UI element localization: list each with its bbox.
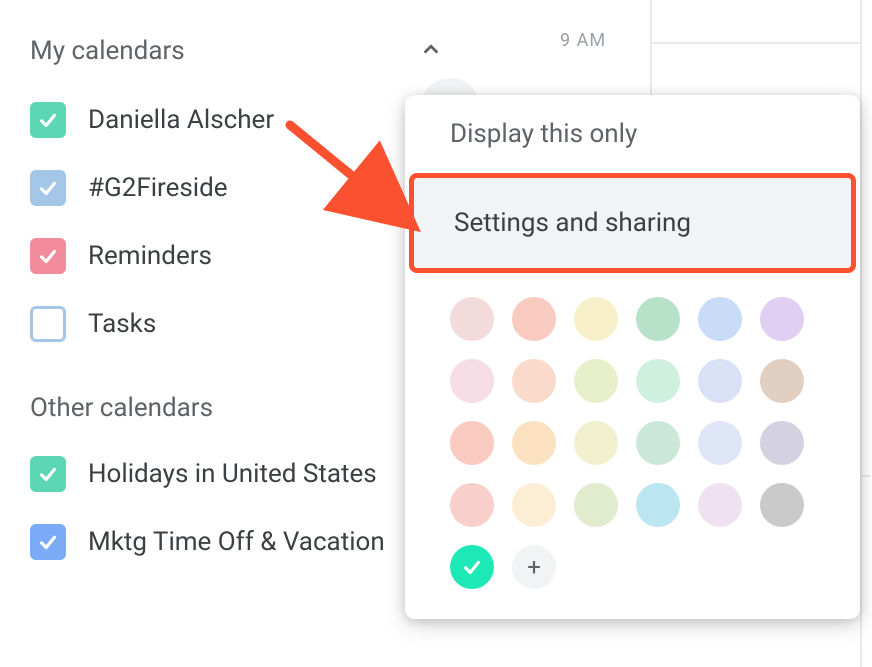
color-swatch[interactable] bbox=[450, 483, 494, 527]
grid-line bbox=[860, 0, 862, 667]
my-calendars-header: My calendars bbox=[30, 30, 450, 72]
calendar-label: Daniella Alscher bbox=[88, 105, 274, 135]
color-picker-grid: + bbox=[405, 273, 860, 589]
color-swatch[interactable] bbox=[574, 297, 618, 341]
color-swatch[interactable] bbox=[450, 359, 494, 403]
add-custom-color-button[interactable]: + bbox=[512, 545, 556, 589]
grid-line bbox=[650, 0, 652, 95]
color-swatch[interactable] bbox=[698, 359, 742, 403]
chevron-up-icon[interactable] bbox=[412, 30, 450, 72]
calendar-label: Tasks bbox=[88, 309, 156, 339]
other-calendars-header: Other calendars + bbox=[30, 390, 450, 426]
color-swatch[interactable] bbox=[636, 359, 680, 403]
menu-item-settings-sharing[interactable]: Settings and sharing bbox=[409, 173, 856, 273]
color-swatch[interactable] bbox=[636, 297, 680, 341]
calendar-label: #G2Fireside bbox=[88, 173, 228, 203]
grid-line bbox=[650, 42, 860, 44]
calendar-item-mktg[interactable]: Mktg Time Off & Vacation bbox=[30, 524, 450, 560]
color-swatch[interactable] bbox=[512, 359, 556, 403]
color-swatch[interactable] bbox=[574, 483, 618, 527]
other-calendars-title: Other calendars bbox=[30, 393, 213, 423]
menu-item-display-only[interactable]: Display this only bbox=[405, 95, 860, 173]
color-swatch[interactable] bbox=[698, 421, 742, 465]
color-swatch-selected[interactable] bbox=[450, 545, 494, 589]
calendar-item-tasks[interactable]: Tasks bbox=[30, 306, 450, 342]
checkbox-icon[interactable] bbox=[30, 170, 66, 206]
checkbox-icon[interactable] bbox=[30, 456, 66, 492]
checkbox-icon[interactable] bbox=[30, 306, 66, 342]
color-swatch[interactable] bbox=[698, 297, 742, 341]
calendar-label: Mktg Time Off & Vacation bbox=[88, 527, 385, 557]
color-swatch[interactable] bbox=[698, 483, 742, 527]
checkbox-icon[interactable] bbox=[30, 102, 66, 138]
color-swatch[interactable] bbox=[760, 421, 804, 465]
calendar-label: Reminders bbox=[88, 241, 212, 271]
color-swatch[interactable] bbox=[574, 421, 618, 465]
color-swatch[interactable] bbox=[512, 483, 556, 527]
color-swatch[interactable] bbox=[636, 483, 680, 527]
my-calendars-list: Daniella Alscher #G2Fireside Reminders T… bbox=[30, 102, 450, 342]
color-swatch[interactable] bbox=[574, 359, 618, 403]
checkbox-icon[interactable] bbox=[30, 238, 66, 274]
calendar-item-g2fireside[interactable]: #G2Fireside bbox=[30, 170, 450, 206]
color-swatch[interactable] bbox=[450, 297, 494, 341]
time-label: 9 AM bbox=[560, 30, 606, 51]
calendar-sidebar: My calendars Daniella Alscher #G2Firesid… bbox=[30, 30, 450, 592]
calendar-item-holidays[interactable]: Holidays in United States bbox=[30, 456, 450, 492]
color-swatch[interactable] bbox=[760, 483, 804, 527]
calendar-label: Holidays in United States bbox=[88, 459, 377, 489]
calendar-item-daniella[interactable]: Daniella Alscher bbox=[30, 102, 450, 138]
other-calendars-list: Holidays in United States Mktg Time Off … bbox=[30, 456, 450, 560]
calendar-options-popup: Display this only Settings and sharing bbox=[405, 95, 860, 619]
checkbox-icon[interactable] bbox=[30, 524, 66, 560]
color-swatch[interactable] bbox=[760, 297, 804, 341]
my-calendars-title: My calendars bbox=[30, 36, 185, 66]
color-swatch[interactable] bbox=[512, 421, 556, 465]
color-swatch[interactable] bbox=[760, 359, 804, 403]
color-swatch[interactable] bbox=[450, 421, 494, 465]
color-swatch[interactable] bbox=[636, 421, 680, 465]
calendar-item-reminders[interactable]: Reminders bbox=[30, 238, 450, 274]
color-swatch[interactable] bbox=[512, 297, 556, 341]
